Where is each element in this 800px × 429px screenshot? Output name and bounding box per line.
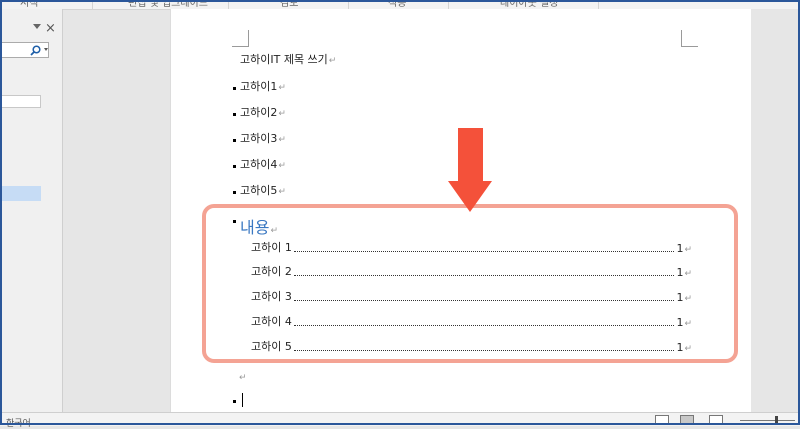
paragraph-mark: ↵	[328, 56, 337, 66]
list-item[interactable]: 고하이2↵	[240, 104, 286, 120]
language-indicator[interactable]: 한국어	[6, 416, 31, 429]
zoom-slider[interactable]	[740, 420, 795, 421]
search-options-icon[interactable]	[44, 48, 48, 51]
bullet	[233, 191, 236, 194]
toc-highlight-box	[202, 204, 738, 363]
ribbon-separator	[598, 0, 599, 9]
bullet	[233, 113, 236, 116]
navigation-tab-strip[interactable]	[0, 95, 41, 108]
ribbon-separator	[228, 0, 229, 9]
bullet	[233, 139, 236, 142]
text-cursor	[242, 393, 243, 407]
bullet	[233, 165, 236, 168]
list-item-text: 고하이1	[240, 80, 278, 93]
search-input[interactable]	[0, 42, 49, 58]
navigation-pane: ×	[0, 9, 63, 412]
ribbon-separator	[348, 0, 349, 9]
paragraph-mark: ↵	[239, 373, 247, 383]
paragraph-mark: ↵	[278, 161, 286, 171]
ribbon-group[interactable]: 검토	[280, 0, 298, 9]
list-item[interactable]: 고하이4↵	[240, 156, 286, 172]
list-item[interactable]: 고하이5↵	[240, 182, 286, 198]
print-layout-icon[interactable]	[680, 415, 694, 424]
paragraph-mark: ↵	[278, 83, 286, 93]
list-item-text: 고하이4	[240, 158, 278, 171]
paragraph-mark: ↵	[278, 187, 286, 197]
workspace-background	[751, 9, 800, 412]
ribbon-separator	[448, 0, 449, 9]
margin-corner-mark	[232, 30, 249, 47]
ribbon-group[interactable]: 레이아웃 설정	[500, 0, 558, 9]
ribbon-group[interactable]: 적용	[388, 0, 406, 9]
read-mode-icon[interactable]	[655, 415, 669, 424]
zoom-slider-thumb[interactable]	[775, 416, 778, 425]
paragraph-mark: ↵	[278, 135, 286, 145]
list-item-text: 고하이5	[240, 184, 278, 197]
title-line[interactable]: 고하이IT 제목 쓰기↵	[240, 51, 336, 67]
ribbon-separator	[92, 0, 93, 9]
close-icon[interactable]: ×	[45, 21, 56, 36]
list-item-text: 고하이3	[240, 132, 278, 145]
arrow-down-icon	[448, 181, 492, 212]
bullet	[233, 87, 236, 90]
paragraph-mark: ↵	[278, 109, 286, 119]
pane-options-dropdown-icon[interactable]	[33, 24, 41, 29]
search-icon[interactable]	[29, 44, 42, 57]
arrow-down-icon	[458, 128, 483, 181]
status-bar: 한국어	[0, 412, 800, 429]
bullet	[233, 400, 236, 403]
selected-heading-item[interactable]	[0, 186, 41, 201]
list-item-text: 고하이2	[240, 106, 278, 119]
margin-corner-mark	[681, 30, 698, 47]
ribbon-group[interactable]: 편집 및 업그레이드	[128, 0, 208, 9]
web-layout-icon[interactable]	[709, 415, 723, 424]
title-text: 고하이IT 제목 쓰기	[240, 53, 328, 66]
list-item[interactable]: 고하이3↵	[240, 130, 286, 146]
list-item[interactable]: 고하이1↵	[240, 78, 286, 94]
ribbon-group[interactable]: 서식	[20, 0, 38, 9]
